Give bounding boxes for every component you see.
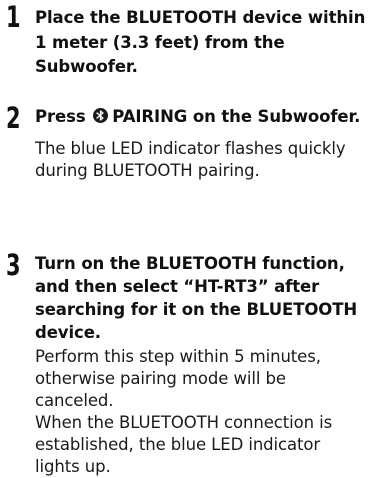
instruction-prefix: Press (35, 107, 86, 126)
step-body: Place the BLUETOOTH device within 1 mete… (35, 6, 369, 80)
step-note: Perform this step within 5 minutes, othe… (35, 347, 321, 410)
step-instruction: Place the BLUETOOTH device within 1 mete… (35, 8, 366, 76)
step-note: The blue LED indicator flashes quickly d… (35, 138, 346, 180)
instruction-suffix: PAIRING on the Subwoofer. (112, 107, 361, 126)
step-number: 2 (6, 101, 21, 135)
step-number: 1 (6, 0, 21, 34)
step-body: Press PAIRING on the Subwoofer. The blue… (35, 105, 369, 182)
step-note: When the BLUETOOTH connection is establi… (35, 413, 333, 476)
step-instruction: Press PAIRING on the Subwoofer. (35, 105, 369, 130)
bluetooth-icon (93, 108, 109, 123)
pairing-instructions: 1 Place the BLUETOOTH device within 1 me… (0, 0, 372, 477)
step-body: Turn on the BLUETOOTH function, and then… (35, 252, 369, 478)
step-number: 3 (6, 248, 21, 282)
step-instruction: Turn on the BLUETOOTH function, and then… (35, 254, 358, 342)
